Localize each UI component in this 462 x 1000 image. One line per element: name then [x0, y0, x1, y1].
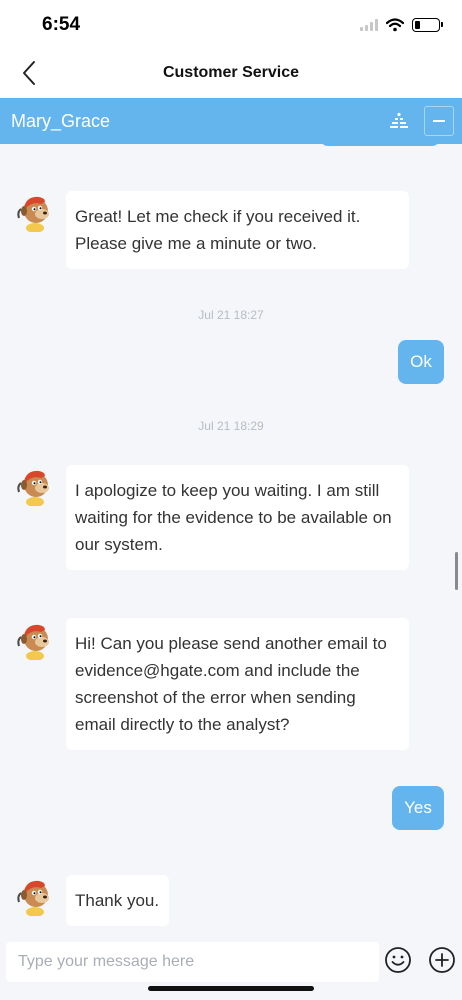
status-bar: 6:54: [0, 0, 462, 48]
scrollbar[interactable]: [455, 552, 458, 590]
emoji-icon[interactable]: [384, 946, 412, 974]
agent-message: Great! Let me check if you received it. …: [66, 191, 409, 269]
widget-button[interactable]: [386, 108, 412, 134]
user-message: Ok: [398, 340, 444, 384]
agent-message: Hi! Can you please send another email to…: [66, 618, 409, 750]
agent-message: Thank you.: [66, 875, 170, 926]
chat-area[interactable]: Great! Let me check if you received it. …: [0, 144, 462, 934]
wifi-icon: [386, 18, 404, 32]
minimize-button[interactable]: [424, 106, 454, 136]
minimize-icon: [433, 120, 445, 122]
agent-message: I apologize to keep you waiting. I am st…: [66, 465, 409, 570]
previous-message-bubble: [320, 144, 440, 146]
add-icon[interactable]: [428, 946, 456, 974]
widget-icon: [390, 112, 408, 128]
message-timestamp: Jul 21 18:29: [198, 419, 264, 433]
status-time: 6:54: [42, 14, 81, 35]
user-message: Yes: [392, 786, 444, 830]
agent-avatar-icon: [17, 470, 49, 506]
agent-avatar-icon: [17, 196, 49, 232]
agent-name: Mary_Grace: [11, 111, 111, 131]
agent-avatar-icon: [17, 624, 49, 660]
page-title: Customer Service: [162, 64, 300, 81]
message-timestamp: Jul 21 18:27: [198, 308, 264, 322]
signal-icon: [360, 19, 378, 31]
agent-avatar-icon: [17, 880, 49, 916]
nav-bar: Customer Service: [0, 48, 462, 98]
input-bar: [0, 934, 462, 1000]
home-indicator: [148, 986, 314, 991]
chat-header: Mary_Grace: [0, 98, 462, 144]
message-input[interactable]: [6, 942, 379, 982]
battery-icon: [412, 18, 443, 32]
status-indicators: [360, 16, 443, 34]
